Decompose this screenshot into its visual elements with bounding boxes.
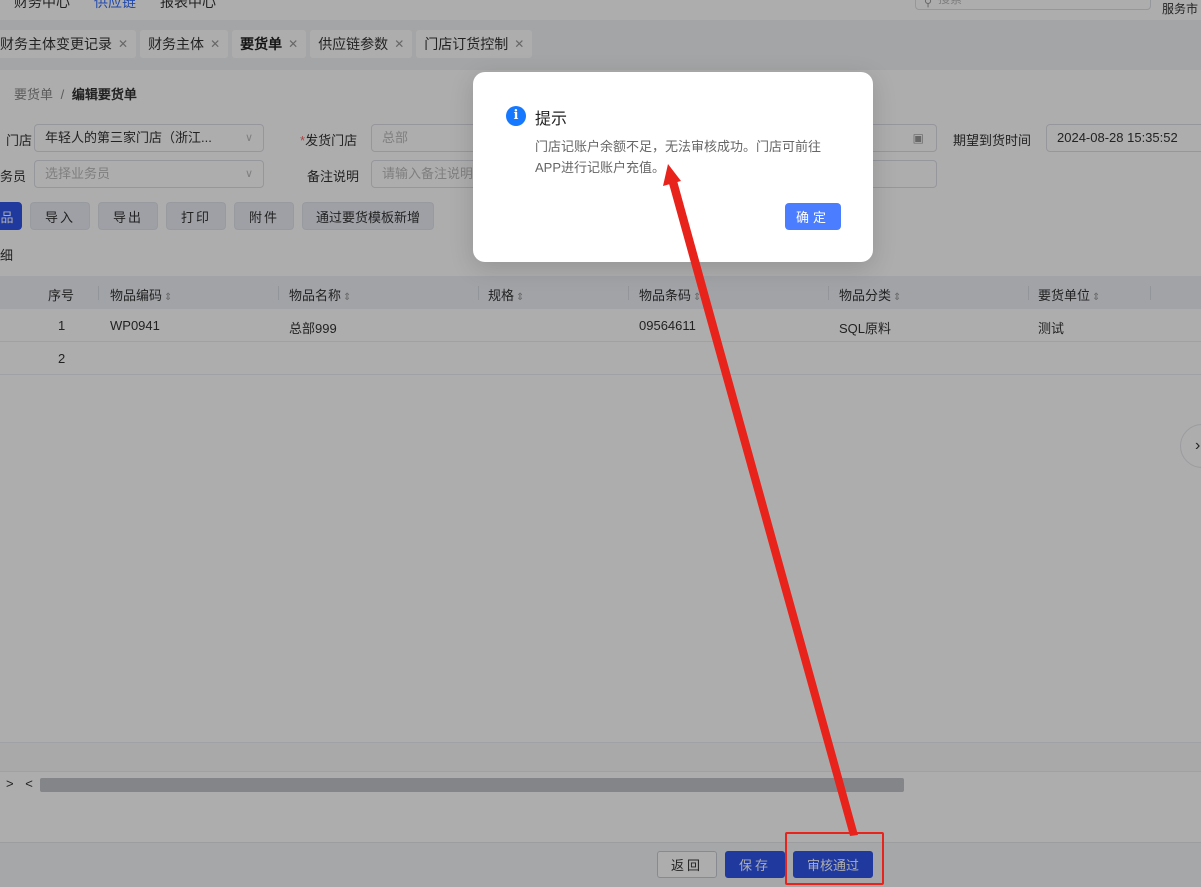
dialog-message: 门店记账户余额不足，无法审核成功。门店可前往APP进行记账户充值。 — [535, 139, 822, 175]
alert-dialog: i 提示 门店记账户余额不足，无法审核成功。门店可前往APP进行记账户充值。 确… — [473, 72, 873, 262]
dialog-ok-button[interactable]: 确定 — [785, 203, 841, 230]
info-icon: i — [506, 106, 526, 126]
annotation-highlight-box — [785, 832, 884, 885]
dialog-title: 提示 — [535, 111, 568, 128]
